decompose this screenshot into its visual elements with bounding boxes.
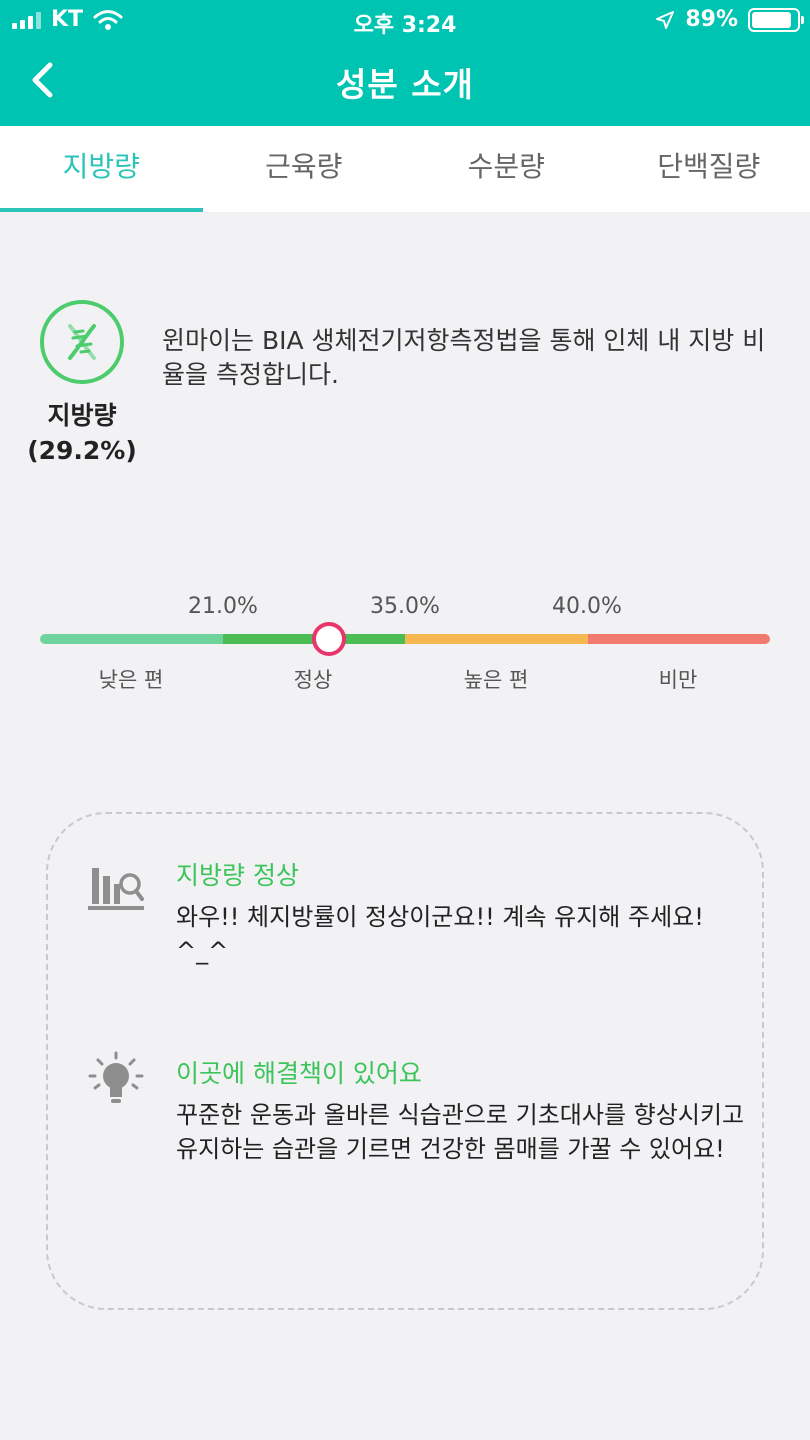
range-label-normal: 정상 [293,668,333,692]
result-card: 지방량 정상 와우!! 체지방률이 정상이군요!! 계속 유지해 주세요! ^_… [46,812,764,1310]
metric-name: 지방량 [47,401,117,430]
status-bar: KT 오후 3:24 89% [0,0,810,40]
battery-icon [748,7,804,32]
threshold-normal: 35.0% [370,594,440,619]
scale-thresholds: 21.0% 35.0% 40.0% [0,594,810,624]
tip-title: 이곳에 해결책이 있어요 [176,1059,422,1088]
range-segment-high [405,634,588,644]
tab-fat[interactable]: 지방량 [0,126,203,212]
metric-description: 윈마이는 BIA 생체전기저항측정법을 통해 인체 내 지방 비율을 측정합니다… [162,326,766,389]
app-header: KT 오후 3:24 89% 성분 소개 [0,0,810,126]
battery-percent: 89% [685,7,738,32]
range-label-high: 높은 편 [463,668,529,692]
range-segment-obese [587,634,770,644]
current-value-marker [312,622,347,656]
range-label-obese: 비만 [658,668,698,692]
tab-bar: 지방량 근육량 수분량 단백질량 [0,126,810,212]
status-right: 89% [655,7,804,32]
tab-protein[interactable]: 단백질량 [608,126,810,212]
range-bar [40,634,770,644]
tip-text: 꾸준한 운동과 올바른 식습관으로 기초대사를 향상시키고 유지하는 습관을 기… [176,1101,745,1163]
metric-value: (29.2%) [27,436,137,465]
status-text: 와우!! 체지방률이 정상이군요!! 계속 유지해 주세요! ^_^ [176,903,704,965]
range-label-low: 낮은 편 [98,668,164,692]
tab-muscle[interactable]: 근육량 [203,126,406,212]
tab-water[interactable]: 수분량 [405,126,608,212]
lightbulb-icon [88,1051,144,1103]
chart-magnifier-icon [88,868,144,910]
metric-icon-circle [40,300,124,384]
dna-icon [68,324,96,360]
page-title: 성분 소개 [336,65,474,104]
status-title: 지방량 정상 [176,861,299,890]
range-segment-low [40,634,223,644]
location-arrow-icon [656,10,675,29]
threshold-low: 21.0% [188,594,258,619]
threshold-high: 40.0% [552,594,622,619]
